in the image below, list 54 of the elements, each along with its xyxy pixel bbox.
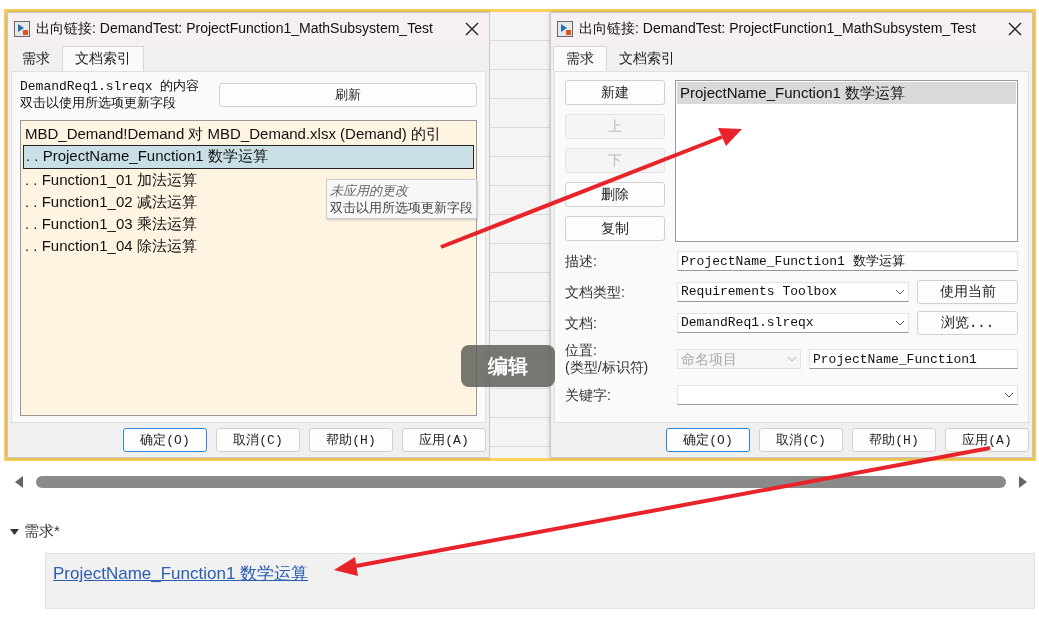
dropdown-field[interactable]: DemandReq1.slreqx xyxy=(677,313,909,333)
list-item[interactable]: . . Function1_04 除法运算 xyxy=(23,235,474,257)
dialog-button[interactable]: 应用(A) xyxy=(945,428,1029,452)
dropdown-field[interactable] xyxy=(677,385,1018,405)
field-label: 文档类型: xyxy=(565,283,626,301)
field-label: 描述: xyxy=(565,252,598,270)
field-label: 位置: xyxy=(565,342,598,359)
window-title: 出向链接: DemandTest: ProjectFunction1_MathSubsystem_Test xyxy=(579,20,977,38)
field-sublabel: (类型/标识符) xyxy=(565,359,650,376)
close-icon[interactable] xyxy=(1008,22,1022,36)
dialog-button[interactable]: 确定(O) xyxy=(666,428,750,452)
chevron-down-icon[interactable] xyxy=(895,289,905,295)
tab[interactable]: 需求 xyxy=(10,47,62,71)
app-icon xyxy=(557,21,573,37)
field-label: 文档: xyxy=(565,314,598,332)
dropdown-field[interactable]: Requirements Toolbox xyxy=(677,282,909,302)
refresh-button[interactable]: 刷新 xyxy=(219,83,477,107)
info-text: 双击以使用所选项更新字段 xyxy=(20,95,177,112)
chevron-down-icon[interactable] xyxy=(1004,392,1014,398)
collapse-caret-icon[interactable] xyxy=(10,528,19,535)
list-item[interactable]: . . Function1_03 乘法运算 xyxy=(23,213,474,235)
tooltip-text: 双击以用所选项更新字段 xyxy=(330,199,473,216)
side-button[interactable]: 复制 xyxy=(565,216,665,241)
list-header[interactable]: MBD_Demand!Demand 对 MBD_Demand.xlsx (Demand) 的引 xyxy=(23,123,474,145)
tab[interactable]: 文档索引 xyxy=(607,47,687,71)
field-label: 关键字: xyxy=(565,386,612,404)
dialog-button[interactable]: 确定(O) xyxy=(123,428,207,452)
section-title: 需求* xyxy=(24,522,60,541)
close-icon[interactable] xyxy=(465,22,479,36)
toast-message: 编辑 xyxy=(461,345,555,387)
field-button[interactable]: 浏览... xyxy=(917,311,1018,335)
dialog-button[interactable]: 取消(C) xyxy=(759,428,843,452)
window-title: 出向链接: DemandTest: ProjectFunction1_MathSubsystem_Test xyxy=(36,20,434,38)
description-field[interactable]: ProjectName_Function1 数学运算 xyxy=(677,251,1018,271)
dialog-button[interactable]: 帮助(H) xyxy=(852,428,936,452)
side-button[interactable]: 新建 xyxy=(565,80,665,105)
side-button[interactable]: 删除 xyxy=(565,182,665,207)
tab[interactable]: 文档索引 xyxy=(62,46,144,71)
scroll-left-icon[interactable] xyxy=(14,476,24,488)
requirement-item[interactable]: ProjectName_Function1 数学运算 xyxy=(677,82,1016,104)
app-icon xyxy=(14,21,30,37)
location-field[interactable]: ProjectName_Function1 xyxy=(809,349,1018,369)
info-text: DemandReq1.slreqx 的内容 xyxy=(20,78,200,95)
chevron-down-icon[interactable] xyxy=(895,320,905,326)
dialog-button[interactable]: 应用(A) xyxy=(402,428,486,452)
dialog-button[interactable]: 帮助(H) xyxy=(309,428,393,452)
horizontal-scrollbar[interactable] xyxy=(14,473,1028,491)
tab[interactable]: 需求 xyxy=(553,46,607,71)
dialog-button[interactable]: 取消(C) xyxy=(216,428,300,452)
list-item[interactable]: . . ProjectName_Function1 数学运算 xyxy=(23,145,474,169)
tooltip-title: 未应用的更改 xyxy=(330,182,410,199)
scroll-right-icon[interactable] xyxy=(1018,476,1028,488)
requirement-link[interactable]: ProjectName_Function1 数学运算 xyxy=(53,564,309,583)
field-button[interactable]: 使用当前 xyxy=(917,280,1018,304)
